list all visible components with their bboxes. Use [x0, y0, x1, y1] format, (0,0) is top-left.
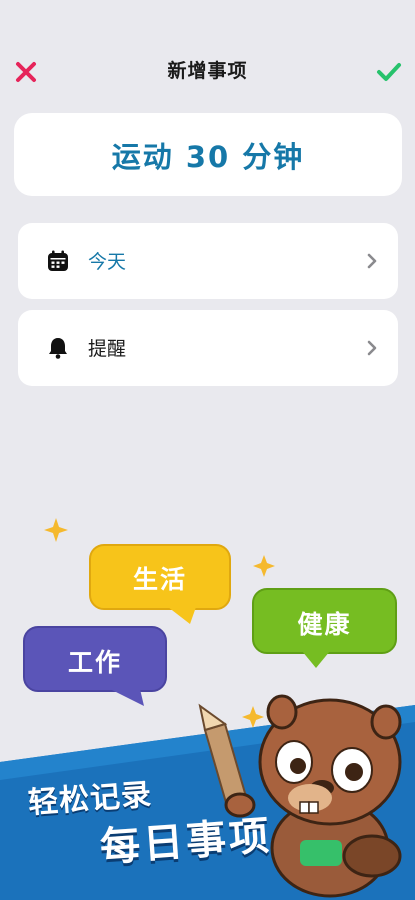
reminder-label: 提醒 — [88, 338, 127, 360]
bubble-label-life: 生活 — [132, 565, 187, 594]
reminder-option-row[interactable]: 提醒 — [18, 310, 398, 386]
bubble-label-health: 健康 — [297, 610, 352, 639]
task-title-card[interactable]: 运动 30 分钟 — [14, 113, 402, 196]
task-title-input[interactable]: 运动 30 分钟 — [112, 134, 305, 176]
date-label: 今天 — [88, 251, 127, 273]
checkmark-icon — [377, 63, 401, 81]
bell-icon — [49, 338, 67, 359]
page-title: 新增事项 — [167, 60, 248, 82]
chevron-right-icon — [367, 340, 377, 356]
date-option-row[interactable]: 今天 — [18, 223, 398, 299]
calendar-icon — [48, 250, 68, 271]
promo-slogan-line2: 每日事项 — [98, 813, 274, 871]
bubble-label-work: 工作 — [67, 648, 122, 677]
chevron-right-icon — [367, 253, 377, 269]
confirm-button[interactable] — [375, 58, 403, 86]
